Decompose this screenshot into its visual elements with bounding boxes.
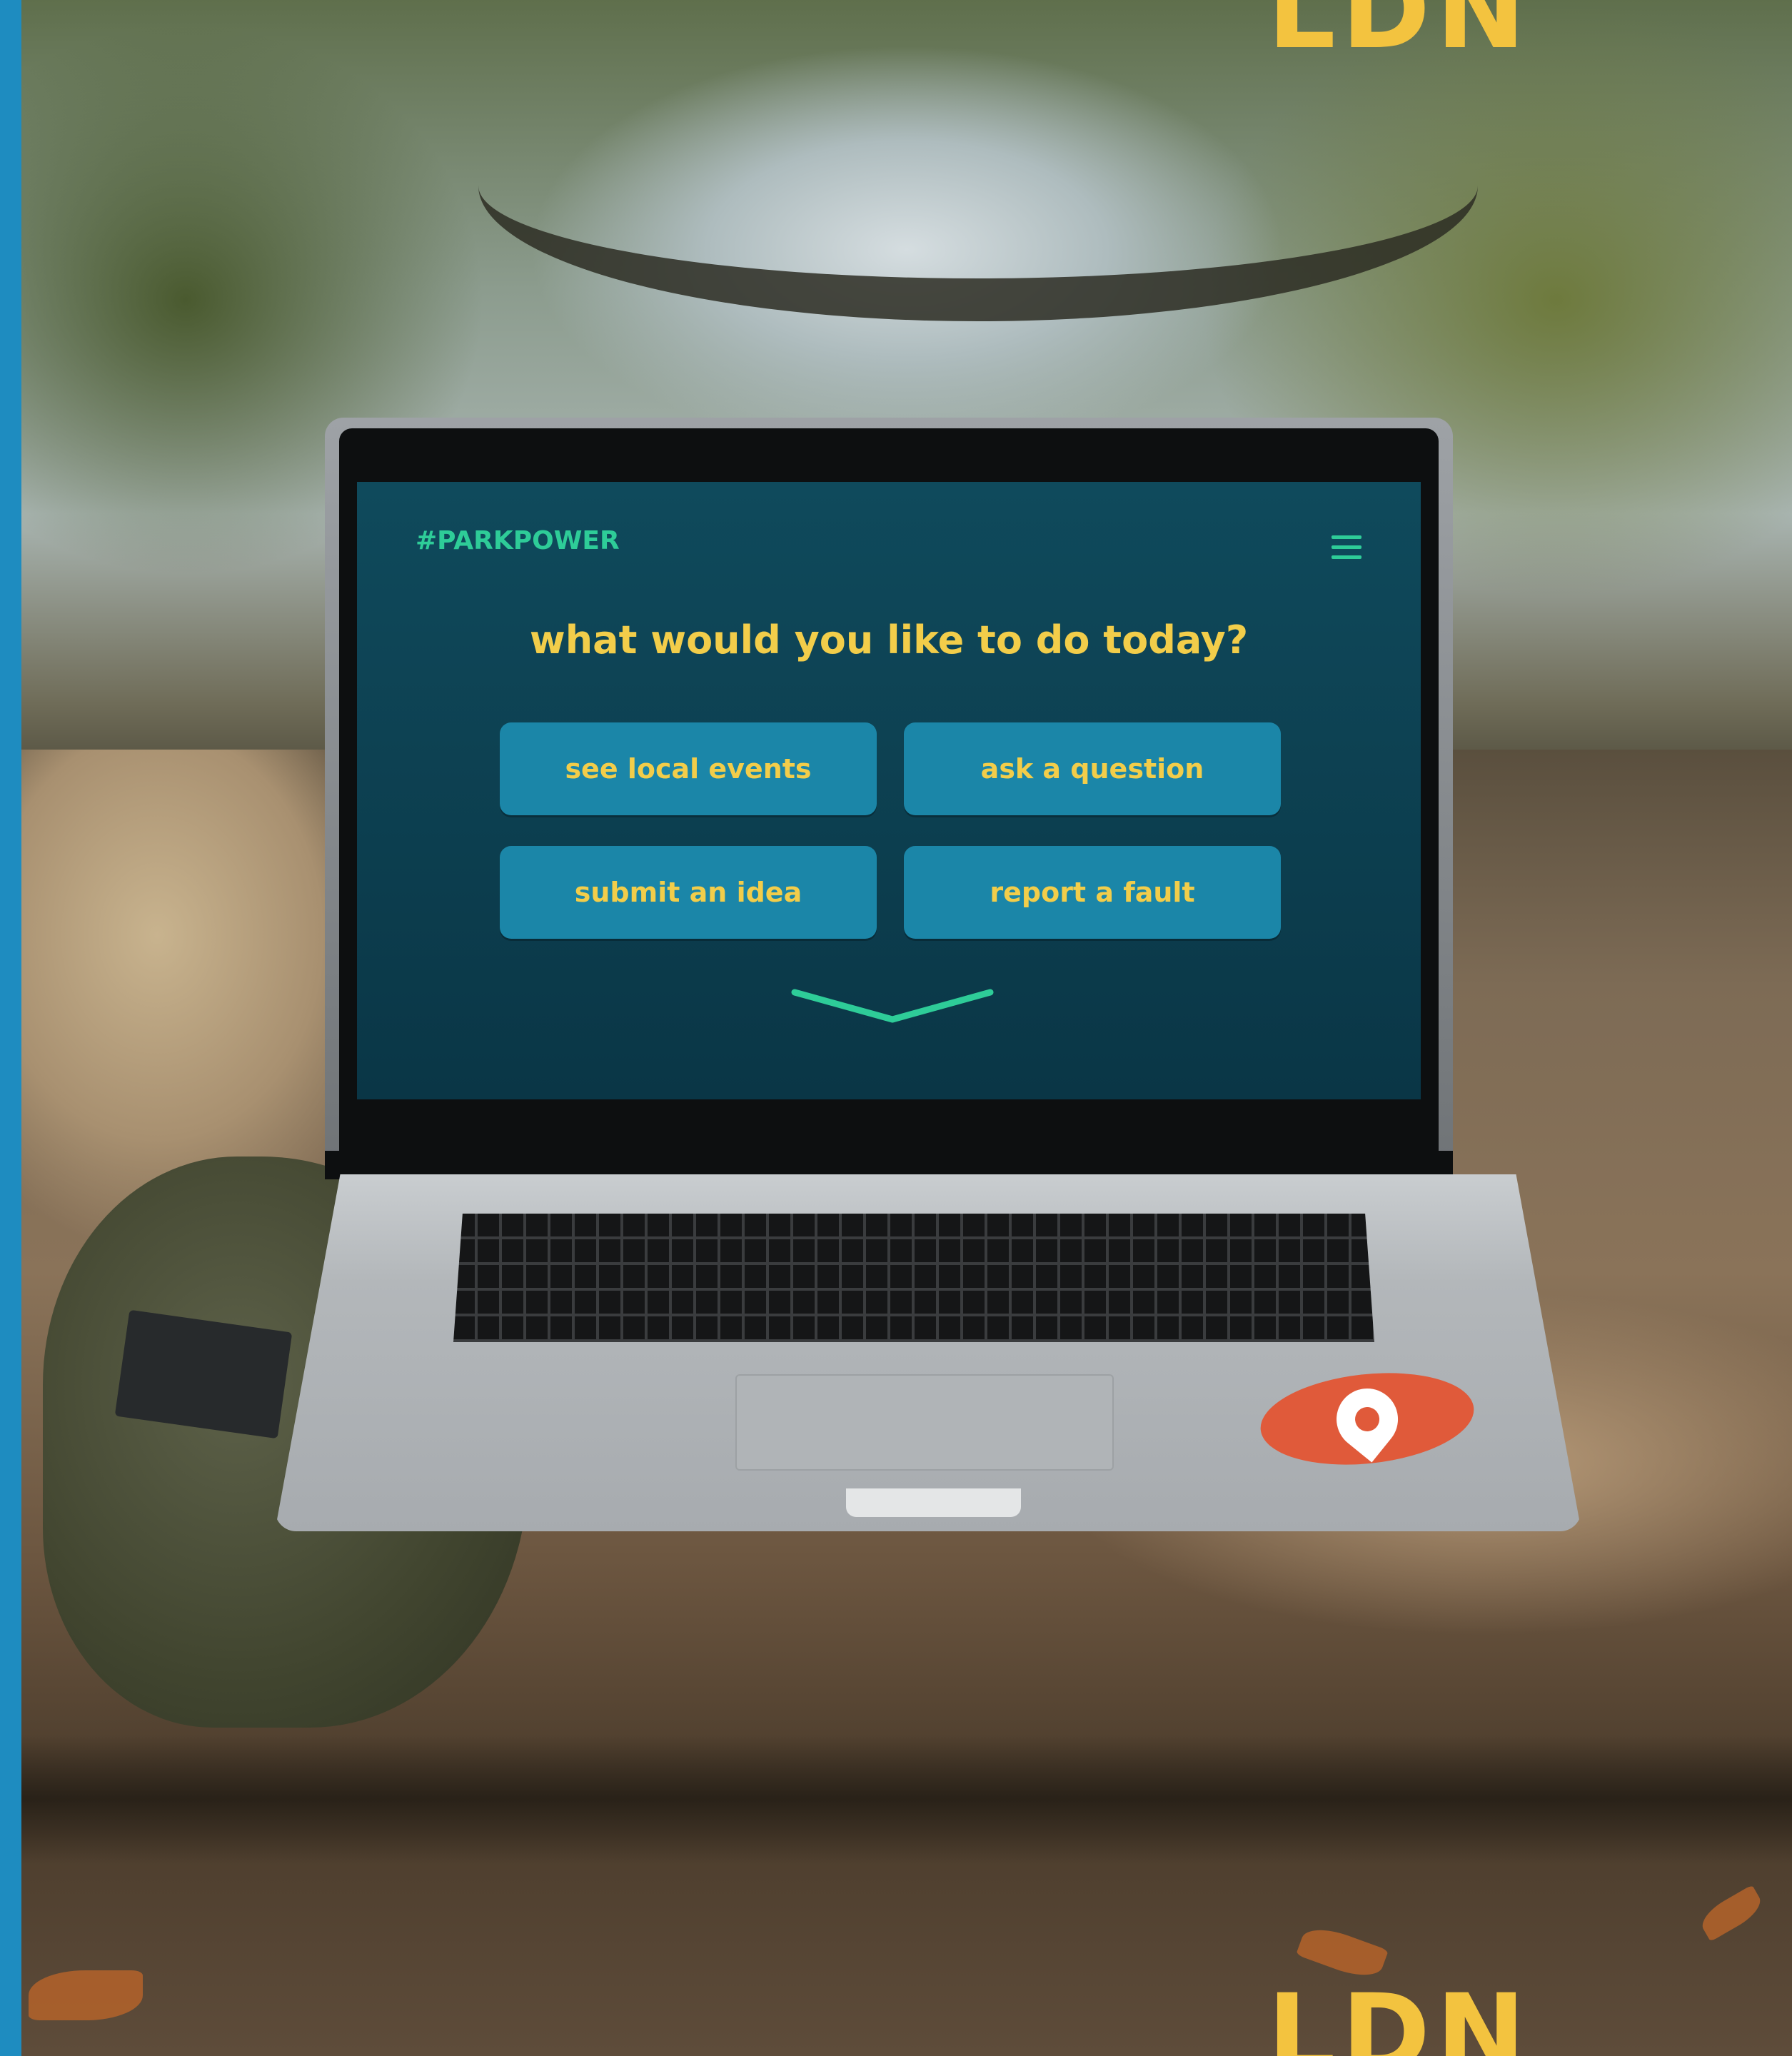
ldn-logo-bottom: LDN bbox=[1253, 1972, 1546, 2056]
laptop-keyboard bbox=[453, 1214, 1374, 1342]
bridge-reflection bbox=[478, 50, 1478, 321]
chevron-down-icon[interactable] bbox=[789, 985, 996, 1028]
ground-shadow bbox=[21, 1735, 1792, 1863]
ldn-logo-top: LDN bbox=[1253, 0, 1546, 84]
submit-idea-button[interactable]: submit an idea bbox=[500, 846, 877, 939]
ldn-logo-text: LDN bbox=[1267, 0, 1531, 73]
location-pin-icon bbox=[1324, 1376, 1411, 1462]
backpack-patch bbox=[114, 1309, 293, 1439]
ask-question-button[interactable]: ask a question bbox=[904, 722, 1281, 815]
laptop-opening-notch bbox=[846, 1488, 1021, 1517]
hamburger-menu-icon[interactable] bbox=[1332, 535, 1361, 560]
laptop-screen: #PARKPOWER what would you like to do tod… bbox=[357, 482, 1421, 1099]
leaf bbox=[29, 1970, 143, 2020]
laptop-trackpad bbox=[735, 1374, 1114, 1471]
report-fault-button[interactable]: report a fault bbox=[904, 846, 1281, 939]
brand-logo[interactable]: #PARKPOWER bbox=[416, 526, 620, 555]
left-accent-bar bbox=[0, 0, 21, 2056]
page-title: what would you like to do today? bbox=[529, 618, 1249, 662]
see-local-events-button[interactable]: see local events bbox=[500, 722, 877, 815]
ldn-logo-text: LDN bbox=[1267, 1972, 1531, 2056]
